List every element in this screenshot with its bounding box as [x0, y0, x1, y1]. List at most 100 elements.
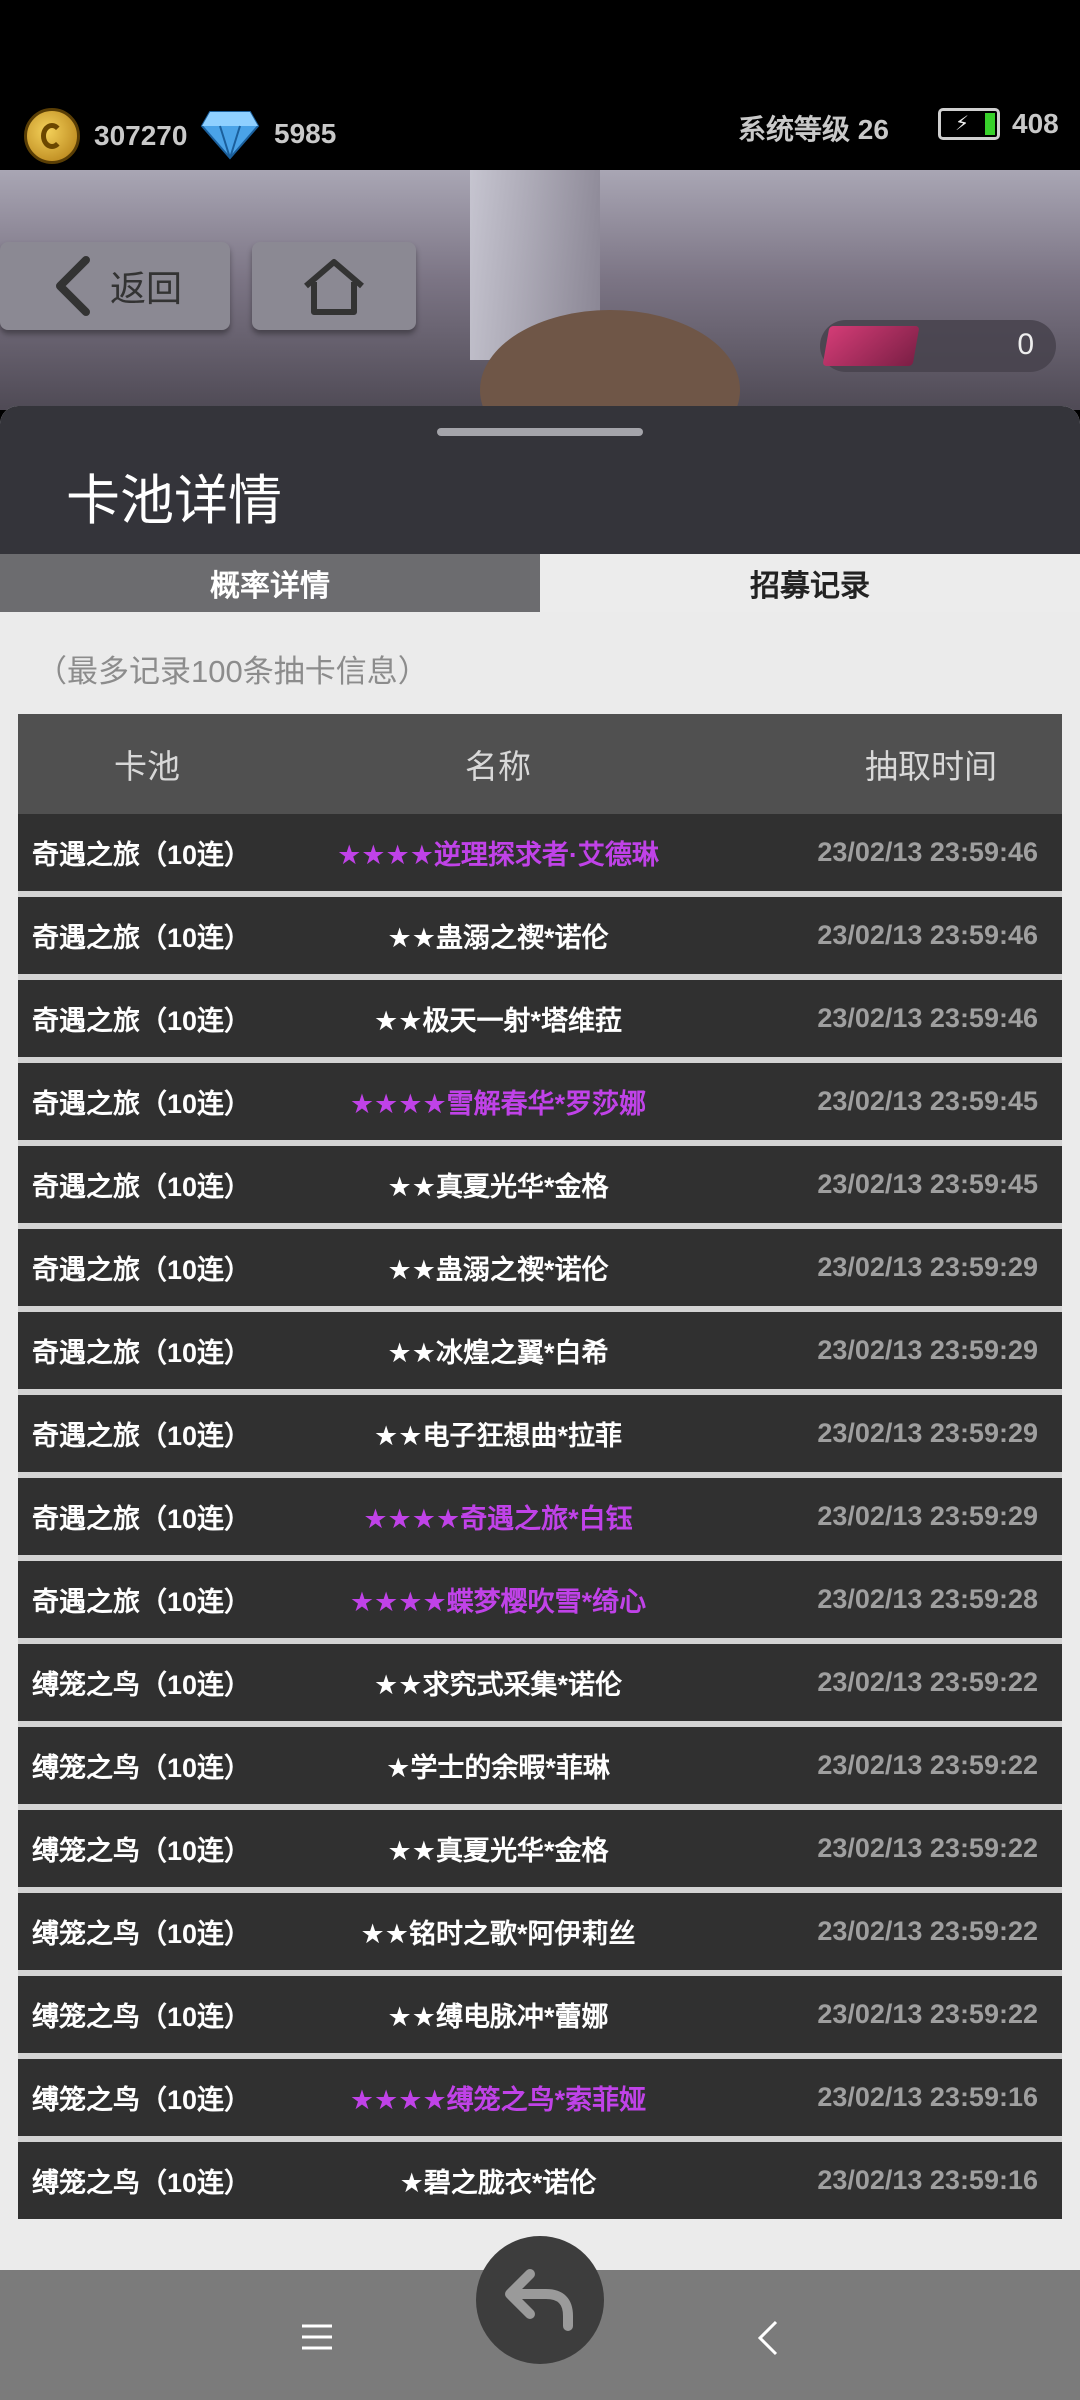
cell-pool: 缚笼之鸟（10连）	[32, 2002, 252, 2032]
cell-character-name: ★碧之胧衣*诺伦	[399, 2168, 597, 2198]
home-icon	[304, 259, 364, 315]
table-row: 奇遇之旅（10连） ★★蛊溺之禊*诺伦 23/02/13 23:59:46	[18, 897, 1062, 974]
cell-draw-time: 23/02/13 23:59:29	[817, 1501, 1038, 1531]
cell-character-name: ★★电子狂想曲*拉菲	[374, 1421, 622, 1451]
table-row: 缚笼之鸟（10连） ★★铭时之歌*阿伊莉丝 23/02/13 23:59:22	[18, 1893, 1062, 1970]
cell-draw-time: 23/02/13 23:59:22	[817, 1750, 1038, 1780]
cell-character-name: ★★缚电脉冲*蕾娜	[387, 2002, 609, 2032]
table-row: 缚笼之鸟（10连） ★学士的余暇*菲琳 23/02/13 23:59:22	[18, 1727, 1062, 1804]
cell-draw-time: 23/02/13 23:59:16	[817, 2165, 1038, 2195]
cell-character-name: ★★蛊溺之禊*诺伦	[387, 923, 609, 953]
diamond-icon	[200, 111, 260, 160]
table-row: 奇遇之旅（10连） ★★冰煌之翼*白希 23/02/13 23:59:29	[18, 1312, 1062, 1389]
coin-counter: 307270	[24, 108, 187, 164]
cell-draw-time: 23/02/13 23:59:29	[817, 1418, 1038, 1448]
recruit-history-table: 卡池 名称 抽取时间 奇遇之旅（10连） ★★★★逆理探求者·艾德琳 23/02/1…	[18, 714, 1062, 2219]
cell-draw-time: 23/02/13 23:59:46	[817, 837, 1038, 867]
gem-amount: 5985	[274, 118, 337, 149]
cell-pool: 奇遇之旅（10连）	[32, 1504, 252, 1534]
back-chevron-icon[interactable]	[756, 2320, 780, 2356]
floating-return-button[interactable]	[476, 2236, 604, 2364]
return-arrow-icon	[505, 2269, 573, 2331]
header-time: 抽取时间	[865, 748, 997, 785]
table-row: 奇遇之旅（10连） ★★★★雪解春华*罗莎娜 23/02/13 23:59:45	[18, 1063, 1062, 1140]
back-label: 返回	[109, 268, 182, 309]
table-row: 奇遇之旅（10连） ★★★★奇遇之旅*白钰 23/02/13 23:59:29	[18, 1478, 1062, 1555]
table-row: 奇遇之旅（10连） ★★电子狂想曲*拉菲 23/02/13 23:59:29	[18, 1395, 1062, 1472]
drag-handle[interactable]	[437, 428, 643, 436]
cell-pool: 缚笼之鸟（10连）	[32, 2168, 252, 2198]
cell-draw-time: 23/02/13 23:59:29	[817, 1252, 1038, 1282]
cell-pool: 奇遇之旅（10连）	[32, 1006, 252, 1036]
cell-pool: 缚笼之鸟（10连）	[32, 1919, 252, 1949]
cell-character-name: ★★冰煌之翼*白希	[387, 1338, 609, 1368]
header-pool: 卡池	[114, 748, 180, 785]
table-row: 缚笼之鸟（10连） ★★缚电脉冲*蕾娜 23/02/13 23:59:22	[18, 1976, 1062, 2053]
record-limit-note: （最多记录100条抽卡信息）	[36, 654, 429, 689]
table-row: 奇遇之旅（10连） ★★★★逆理探求者·艾德琳 23/02/13 23:59:46	[18, 814, 1062, 891]
cell-character-name: ★★★★蝶梦樱吹雪*绮心	[349, 1587, 647, 1617]
cell-character-name: ★★极天一射*塔维菈	[374, 1006, 622, 1036]
cell-draw-time: 23/02/13 23:59:22	[817, 1667, 1038, 1697]
cell-draw-time: 23/02/13 23:59:46	[817, 1003, 1038, 1033]
table-row: 奇遇之旅（10连） ★★蛊溺之禊*诺伦 23/02/13 23:59:29	[18, 1229, 1062, 1306]
ticket-count: 0	[1017, 328, 1034, 361]
table-header: 卡池 名称 抽取时间	[18, 714, 1062, 814]
table-body: 奇遇之旅（10连） ★★★★逆理探求者·艾德琳 23/02/13 23:59:46 奇…	[18, 814, 1062, 2219]
coin-amount: 307270	[94, 120, 188, 151]
cell-draw-time: 23/02/13 23:59:46	[817, 920, 1038, 950]
energy-counter: ⚡ 408	[938, 108, 1059, 140]
table-row: 缚笼之鸟（10连） ★★★★缚笼之鸟*索菲娅 23/02/13 23:59:16	[18, 2059, 1062, 2136]
system-level: 系统等级 26	[738, 114, 889, 145]
cell-pool: 奇遇之旅（10连）	[32, 1587, 252, 1617]
ticket-counter: 0	[820, 320, 1056, 372]
cell-character-name: ★★真夏光华*金格	[387, 1172, 609, 1202]
cell-pool: 缚笼之鸟（10连）	[32, 1836, 252, 1866]
table-row: 奇遇之旅（10连） ★★★★蝶梦樱吹雪*绮心 23/02/13 23:59:28	[18, 1561, 1062, 1638]
table-row: 缚笼之鸟（10连） ★碧之胧衣*诺伦 23/02/13 23:59:16	[18, 2142, 1062, 2219]
table-row: 奇遇之旅（10连） ★★极天一射*塔维菈 23/02/13 23:59:46	[18, 980, 1062, 1057]
cell-character-name: ★★★★逆理探求者·艾德琳	[337, 840, 659, 870]
cell-draw-time: 23/02/13 23:59:22	[817, 1999, 1038, 2029]
cell-pool: 奇遇之旅（10连）	[32, 840, 252, 870]
cell-pool: 奇遇之旅（10连）	[32, 1172, 252, 1202]
energy-amount: 408	[1012, 108, 1059, 139]
cell-character-name: ★学士的余暇*菲琳	[386, 1753, 610, 1783]
cell-character-name: ★★求究式采集*诺伦	[374, 1670, 622, 1700]
cell-draw-time: 23/02/13 23:59:22	[817, 1916, 1038, 1946]
battery-icon: ⚡	[938, 108, 1000, 140]
cell-pool: 缚笼之鸟（10连）	[32, 1670, 252, 1700]
table-row: 缚笼之鸟（10连） ★★求究式采集*诺伦 23/02/13 23:59:22	[18, 1644, 1062, 1721]
gem-counter: 5985	[200, 108, 336, 160]
cell-pool: 缚笼之鸟（10连）	[32, 1753, 252, 1783]
cell-character-name: ★★★★雪解春华*罗莎娜	[349, 1089, 647, 1119]
chevron-left-icon	[55, 256, 90, 316]
cell-pool: 奇遇之旅（10连）	[32, 1338, 252, 1368]
cell-draw-time: 23/02/13 23:59:28	[817, 1584, 1038, 1614]
cell-draw-time: 23/02/13 23:59:45	[817, 1086, 1038, 1116]
panel-title: 卡池详情	[66, 471, 282, 531]
home-button[interactable]	[252, 242, 416, 330]
coin-icon	[24, 108, 80, 164]
ticket-icon	[822, 326, 920, 366]
cell-character-name: ★★真夏光华*金格	[387, 1836, 609, 1866]
menu-icon[interactable]	[300, 2322, 334, 2352]
pool-detail-panel: 卡池详情 概率详情 招募记录 （最多记录100条抽卡信息） 卡池 名称 抽取时间…	[0, 406, 1080, 2270]
panel-header: 卡池详情	[0, 406, 1080, 554]
table-row: 缚笼之鸟（10连） ★★真夏光华*金格 23/02/13 23:59:22	[18, 1810, 1062, 1887]
cell-character-name: ★★★★缚笼之鸟*索菲娅	[349, 2085, 647, 2115]
cell-character-name: ★★铭时之歌*阿伊莉丝	[360, 1919, 636, 1949]
cell-draw-time: 23/02/13 23:59:29	[817, 1335, 1038, 1365]
cell-pool: 缚笼之鸟（10连）	[32, 2085, 252, 2115]
cell-pool: 奇遇之旅（10连）	[32, 923, 252, 953]
back-button[interactable]: 返回	[0, 242, 230, 330]
cell-pool: 奇遇之旅（10连）	[32, 1255, 252, 1285]
tab-recruit-history[interactable]: 招募记录	[540, 554, 1080, 612]
tab-probability[interactable]: 概率详情	[0, 554, 540, 612]
cell-character-name: ★★★★奇遇之旅*白钰	[363, 1504, 633, 1534]
table-row: 奇遇之旅（10连） ★★真夏光华*金格 23/02/13 23:59:45	[18, 1146, 1062, 1223]
top-status-bar: 307270 5985 系统等级 26 ⚡ 408	[0, 0, 1080, 170]
cell-character-name: ★★蛊溺之禊*诺伦	[387, 1255, 609, 1285]
cell-draw-time: 23/02/13 23:59:45	[817, 1169, 1038, 1199]
tab-bar: 概率详情 招募记录	[0, 554, 1080, 612]
